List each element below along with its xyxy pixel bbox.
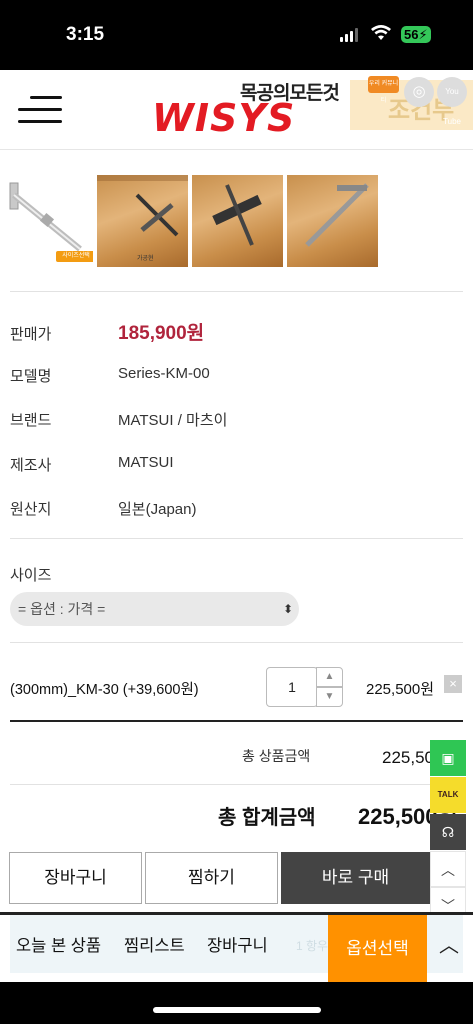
- subtotal-label: 총 상품금액: [242, 748, 311, 764]
- signal-icon: [340, 28, 358, 42]
- chevron-updown-icon: ⬍: [282, 602, 293, 616]
- manufacturer-row: 제조사 MATSUI: [10, 452, 463, 476]
- status-time: 3:15: [66, 24, 105, 45]
- selected-option-row: (300mm)_KM-30 (+39,600원) 1 ▲ ▼ 225,500원 …: [10, 667, 463, 707]
- delete-option-icon[interactable]: ×: [444, 675, 462, 693]
- quantity-up-icon[interactable]: ▲: [316, 667, 343, 687]
- wood-label: 가공현: [137, 256, 154, 262]
- divider: [10, 291, 463, 292]
- manufacturer-label: 제조사: [10, 457, 52, 474]
- battery-icon: 56⚡: [401, 26, 431, 43]
- thumbnail-2[interactable]: 가공현: [97, 175, 188, 267]
- grand-total-row: 총 합계금액 225,500원: [0, 795, 473, 831]
- origin-value: 일본(Japan): [118, 501, 197, 518]
- size-select-value: = 옵션 : 가격 =: [18, 601, 106, 617]
- grand-total-label: 총 합계금액: [218, 807, 316, 829]
- brand-value: MATSUI / 마츠이: [118, 412, 228, 429]
- divider: [10, 784, 463, 785]
- divider: [10, 538, 463, 539]
- cart-link[interactable]: 장바구니: [207, 932, 268, 956]
- divider: [10, 642, 463, 643]
- thumbnail-1[interactable]: 사이즈선택: [2, 175, 93, 267]
- size-label: 사이즈: [10, 567, 52, 584]
- model-label: 모델명: [10, 368, 52, 385]
- quantity-down-icon[interactable]: ▼: [316, 687, 343, 707]
- divider-thick: [10, 720, 463, 722]
- youtube-icon[interactable]: You Tube: [437, 77, 467, 126]
- battery-level: 56: [404, 27, 419, 42]
- logo[interactable]: WISYS: [152, 96, 295, 140]
- wifi-icon: [371, 25, 391, 40]
- price-label: 판매가: [10, 326, 52, 343]
- wood-tool-image-2: [212, 184, 262, 246]
- scroll-up-icon[interactable]: ︿: [430, 851, 466, 887]
- wishlist-link[interactable]: 찜리스트: [124, 932, 185, 956]
- subtotal-row: 총 상품금액 225,500원: [0, 740, 473, 770]
- wishlist-button[interactable]: 찜하기: [145, 852, 278, 904]
- community-badge[interactable]: 우리 커뮤니티: [368, 76, 399, 104]
- home-indicator[interactable]: [153, 1007, 321, 1013]
- option-select-button[interactable]: 옵션선택: [328, 915, 427, 982]
- thumbnail-3[interactable]: [192, 175, 283, 267]
- price-row: 판매가 185,900원: [10, 321, 463, 345]
- manufacturer-value: MATSUI: [118, 454, 174, 471]
- option-price: 225,500원: [366, 681, 435, 698]
- status-bar: 3:15 56⚡: [0, 0, 473, 70]
- headset-icon[interactable]: ☊: [430, 814, 466, 850]
- instagram-icon[interactable]: ◎: [404, 77, 434, 107]
- home-indicator-area: [0, 982, 473, 1024]
- kakaotalk-icon[interactable]: TALK: [430, 777, 466, 813]
- size-select[interactable]: = 옵션 : 가격 = ⬍: [10, 592, 299, 626]
- thumbnail-4[interactable]: [287, 175, 378, 267]
- recent-products-link[interactable]: 오늘 본 상품: [16, 932, 101, 956]
- site-header: 목공의모든것 WISYS 조건부 우리 커뮤니티 ◎ You Tube: [0, 70, 473, 150]
- origin-label: 원산지: [10, 501, 52, 518]
- buy-now-button[interactable]: 바로 구매: [281, 852, 430, 904]
- brand-row: 브랜드 MATSUI / 마츠이: [10, 407, 463, 431]
- hamburger-menu-icon[interactable]: [18, 96, 62, 124]
- quantity-input[interactable]: 1: [266, 667, 318, 707]
- chat-icon[interactable]: ▣: [430, 740, 466, 776]
- wood-tool-image-3: [305, 183, 369, 247]
- model-row: 모델명 Series-KM-00: [10, 363, 463, 387]
- model-value: Series-KM-00: [118, 365, 210, 382]
- price-value: 185,900원: [118, 323, 205, 344]
- add-to-cart-button[interactable]: 장바구니: [9, 852, 142, 904]
- size-select-badge: 사이즈선택: [56, 251, 93, 262]
- collapse-up-icon[interactable]: ︿: [434, 929, 464, 959]
- bottom-bar: 오늘 본 상품 찜리스트 장바구니 1 항우 옵션선택 ︿: [0, 915, 473, 982]
- option-name: (300mm)_KM-30 (+39,600원): [10, 682, 199, 698]
- brand-label: 브랜드: [10, 412, 52, 429]
- origin-row: 원산지 일본(Japan): [10, 496, 463, 520]
- ghost-text: 1 항우: [296, 939, 329, 953]
- product-detail: 사이즈선택 가공현 판매가 185,900원 모델명 Series-KM-00 …: [0, 150, 473, 982]
- thumbnail-strip: 사이즈선택 가공현: [0, 175, 473, 267]
